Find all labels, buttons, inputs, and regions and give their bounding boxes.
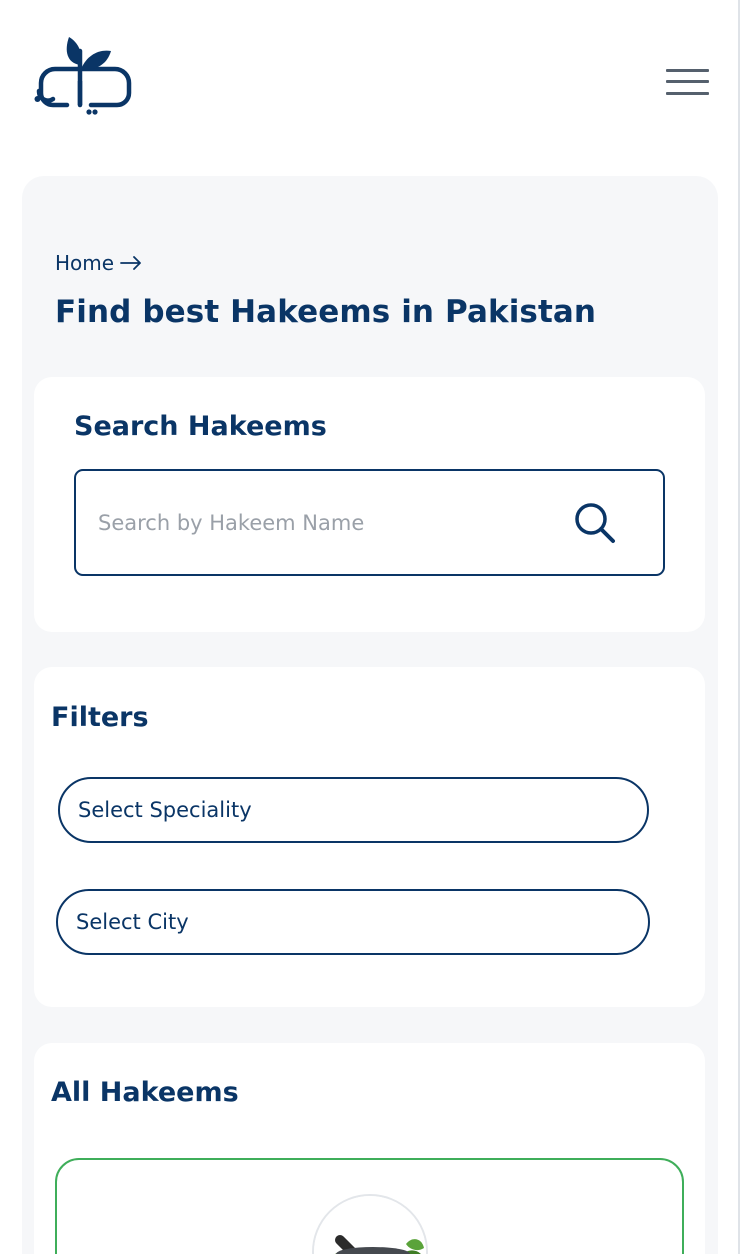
menu-bar-bottom [666,92,709,95]
search-title: Search Hakeems [74,411,327,442]
breadcrumb: Home [55,251,142,275]
menu-bar-top [666,69,709,72]
site-header [0,0,738,150]
page-title: Find best Hakeems in Pakistan [55,294,596,330]
search-input[interactable] [98,501,558,545]
breadcrumb-home-link[interactable]: Home [55,251,114,275]
city-select-label: Select City [76,910,189,934]
logo[interactable] [33,33,135,115]
page-title-suffix: in Pakistan [390,294,597,330]
page-title-highlight: Hakeems [230,294,391,330]
city-select[interactable]: Select City [56,889,650,955]
speciality-select[interactable]: Select Speciality [58,777,649,843]
all-hakeems-title: All Hakeems [51,1077,239,1108]
page-title-prefix: Find best [55,294,231,330]
hamburger-menu-button[interactable] [664,66,712,98]
menu-bar-middle [666,80,709,83]
pharmacy-leaf-capsule-logo-icon [34,37,132,115]
search-icon[interactable] [574,502,616,544]
speciality-select-label: Select Speciality [78,798,252,822]
arrow-right-icon [120,256,141,270]
filters-title: Filters [51,702,149,733]
